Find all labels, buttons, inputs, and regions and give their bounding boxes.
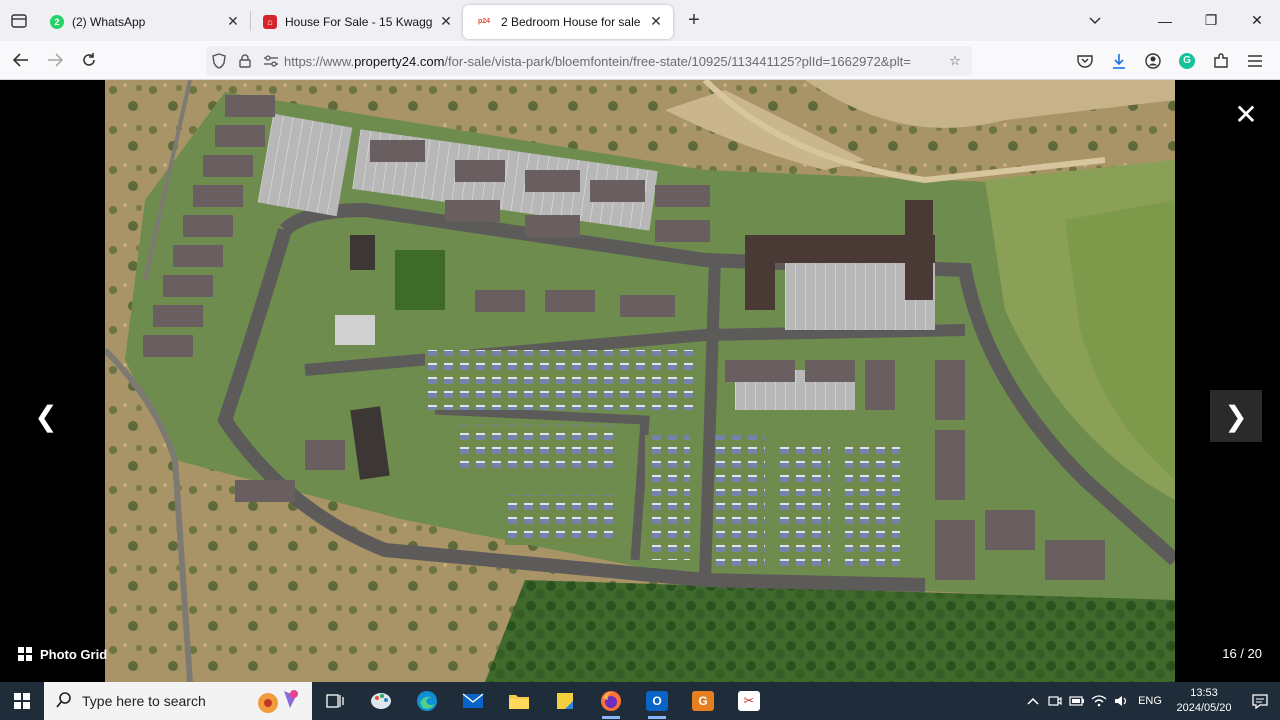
outlook-icon[interactable]: O [634,682,680,720]
property-aerial-photo [105,80,1175,682]
photo-grid-button[interactable]: Photo Grid [8,635,124,673]
chevron-down-icon[interactable] [1078,0,1112,41]
tab-kwagga-house[interactable]: ⌂ House For Sale - 15 Kwagga Str ✕ [251,5,463,39]
tab-title: House For Sale - 15 Kwagga Str [285,14,433,29]
tab-title: 2 Bedroom House for sale in Vis [501,14,643,29]
file-explorer-icon[interactable] [496,682,542,720]
close-viewer-icon[interactable]: ✕ [1230,98,1262,130]
notification-icon[interactable] [1240,693,1280,709]
pocket-icon[interactable] [1068,44,1102,78]
windows-start-icon[interactable] [0,682,44,720]
forward-icon[interactable] [38,43,72,77]
url-prefix: https://www. [284,53,355,69]
minimize-icon[interactable]: — [1142,0,1188,41]
meet-now-icon[interactable] [1044,695,1066,707]
photo-counter: 16 / 20 [1222,646,1262,661]
task-view-icon[interactable] [312,682,358,720]
toolbar-right: G [1068,41,1272,80]
bookmark-star-icon[interactable]: ☆ [942,46,968,76]
snipping-tool-icon[interactable]: ✂ [726,682,772,720]
tab-title: (2) WhatsApp [72,14,146,29]
mail-icon[interactable] [450,682,496,720]
reload-icon[interactable] [72,43,106,77]
system-tray: ENG 13:53 2024/05/20 [1022,682,1280,720]
paint-app-icon[interactable] [358,682,404,720]
search-highlight-icon[interactable] [248,686,304,716]
clock[interactable]: 13:53 2024/05/20 [1168,686,1240,716]
tab-property24[interactable]: p24 2 Bedroom House for sale in Vis ✕ [463,4,673,39]
windows-taskbar: Type here to search O G ✂ ENG 13:53 2024… [0,682,1280,720]
close-tab-icon[interactable]: ✕ [437,13,455,31]
game-icon[interactable]: G [680,682,726,720]
whatsapp-icon: 2 [50,14,64,29]
next-photo-button[interactable]: ❯ [1210,390,1262,442]
url-bar[interactable]: https://www.property24.com/for-sale/vist… [206,46,972,76]
property-site-icon: ⌂ [263,14,277,29]
previous-photo-button[interactable]: ❮ [20,390,72,442]
chevron-up-icon[interactable] [1022,697,1044,705]
sticky-notes-icon[interactable] [542,682,588,720]
close-tab-icon[interactable]: ✕ [224,13,242,31]
photo-viewer: ✕ ❮ ❯ Photo Grid 16 / 20 [0,80,1280,682]
battery-icon[interactable] [1066,696,1088,706]
account-icon[interactable] [1136,44,1170,78]
wifi-icon[interactable] [1088,695,1110,707]
tab-whatsapp[interactable]: 2 (2) WhatsApp ✕ [38,5,250,39]
url-domain: property24.com [354,53,445,69]
language-indicator[interactable]: ENG [1132,695,1168,707]
firefox-icon[interactable] [588,682,634,720]
back-icon[interactable] [4,43,38,77]
clock-date: 2024/05/20 [1176,702,1232,714]
taskbar-search-box[interactable]: Type here to search [44,682,312,720]
search-placeholder: Type here to search [82,693,206,709]
extensions-icon[interactable] [1204,44,1238,78]
menu-icon[interactable] [1238,44,1272,78]
lock-icon[interactable] [232,46,258,76]
clock-time: 13:53 [1190,687,1218,699]
tab-strip: 2 (2) WhatsApp ✕ ⌂ House For Sale - 15 K… [0,0,1280,41]
url-text[interactable]: https://www.property24.com/for-sale/vist… [284,54,942,69]
photo-grid-label: Photo Grid [40,646,108,662]
shield-icon[interactable] [206,46,232,76]
tab-list-icon[interactable] [0,0,38,41]
grammarly-icon[interactable]: G [1170,44,1204,78]
restore-icon[interactable]: ❐ [1188,0,1234,41]
volume-icon[interactable] [1110,695,1132,707]
download-icon[interactable] [1102,44,1136,78]
url-path: /for-sale/vista-park/bloemfontein/free-s… [444,53,911,69]
permissions-icon[interactable] [258,46,284,76]
property24-icon: p24 [477,18,491,25]
search-icon [56,691,72,711]
new-tab-button[interactable]: + [679,6,709,36]
window-controls: — ❐ ✕ [1142,0,1280,41]
nav-bar: https://www.property24.com/for-sale/vist… [0,41,1280,80]
close-tab-icon[interactable]: ✕ [647,13,665,31]
grid-icon [18,647,32,661]
window-close-icon[interactable]: ✕ [1234,0,1280,41]
edge-icon[interactable] [404,682,450,720]
